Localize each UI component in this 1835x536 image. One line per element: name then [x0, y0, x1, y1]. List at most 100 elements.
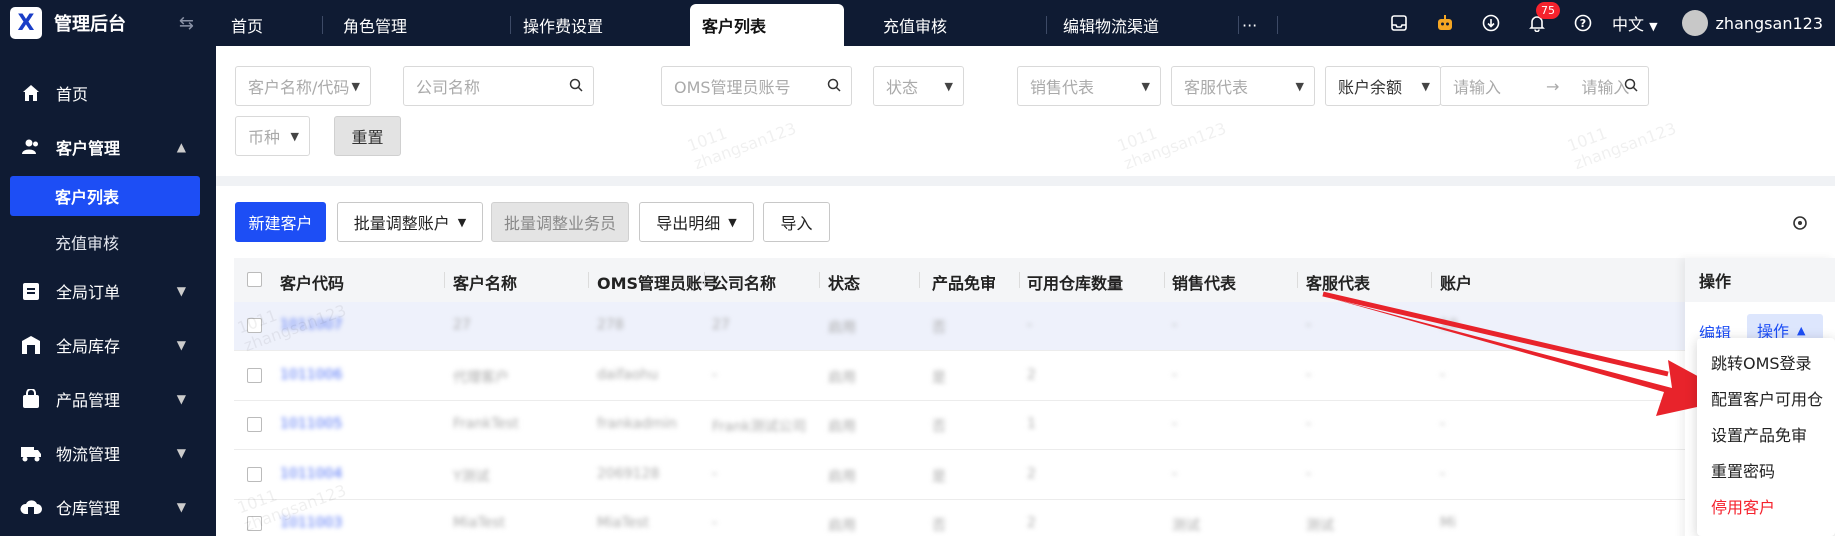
oms-account-input[interactable]: OMS管理员账号 [661, 66, 852, 106]
balance-range[interactable]: 请输入 → 请输入 [1440, 66, 1649, 106]
chevron-down-icon: ▼ [351, 79, 360, 93]
menu-item-disable-customer[interactable]: 停用客户 [1697, 488, 1835, 524]
menu-item-configure-warehouses[interactable]: 配置客户可用仓 [1697, 380, 1835, 416]
table-cell: 2069128 [597, 465, 660, 482]
chevron-down-icon: ▼ [290, 129, 299, 143]
customer-code-link[interactable]: 1011007 [280, 317, 342, 333]
customer-code-link[interactable]: 1011005 [280, 416, 342, 432]
table-cell: 2 [1027, 515, 1036, 531]
table-cell: - [1172, 366, 1178, 383]
robot-icon[interactable] [1434, 12, 1456, 34]
column-divider [1164, 272, 1165, 288]
sidebar-item-label: 客户管理 [56, 139, 121, 158]
tab-role-management[interactable]: 角色管理 [343, 4, 407, 46]
avatar[interactable] [1681, 10, 1708, 36]
collapse-sidebar-icon[interactable]: ⇆ [179, 13, 194, 34]
column-header: 状态 [828, 274, 861, 293]
warehouse-icon [20, 334, 42, 356]
column-header: 销售代表 [1172, 274, 1237, 293]
table-cell: MiaTest [453, 515, 506, 531]
tab-divider [1238, 16, 1239, 34]
menu-item-reset-password[interactable]: 重置密码 [1697, 452, 1835, 488]
tab-customer-list[interactable]: 客户列表 [690, 4, 844, 46]
column-header: 产品免审 [932, 274, 997, 293]
row-checkbox[interactable] [247, 466, 262, 482]
sidebar-item-logistics-management[interactable]: 物流管理 ▼ [0, 426, 216, 480]
select-all-checkbox[interactable] [247, 272, 262, 287]
sales-rep-select[interactable]: 销售代表 ▼ [1017, 66, 1161, 106]
table-row[interactable]: 1011004 Y测试 2069128 - 启用 是 2 - - - [234, 451, 1835, 500]
table-cell: - [1172, 416, 1178, 432]
tab-recharge-review[interactable]: 充值审核 [883, 4, 947, 46]
notification-badge: 75 [1535, 2, 1560, 19]
balance-min-input[interactable]: 请输入 [1453, 74, 1501, 98]
bell-icon[interactable]: 75 [1526, 2, 1560, 34]
customer-select[interactable]: 客户名称/代码 ▼ [235, 66, 371, 106]
currency-select[interactable]: 币种 ▼ [235, 116, 310, 156]
sidebar-item-customer-management[interactable]: 客户管理 ▲ [0, 120, 216, 174]
table-cell: 278 [597, 317, 624, 333]
table-cell: - [1440, 366, 1446, 383]
export-detail-button[interactable]: 导出明细 ▼ [639, 202, 754, 242]
batch-adjust-account-button[interactable]: 批量调整账户 ▼ [337, 202, 483, 242]
balance-select[interactable]: 账户余额 ▼ [1325, 66, 1441, 106]
company-input[interactable]: 公司名称 [403, 66, 594, 106]
sidebar-item-global-inventory[interactable]: 全局库存 ▼ [0, 318, 216, 372]
table-row[interactable]: 1011003 MiaTest MiaTest - 启用 否 2 测试 测试 Mi [234, 500, 1835, 536]
tab-logistics-channel[interactable]: 编辑物流渠道 [1063, 4, 1159, 46]
column-header: 可用仓库数量 [1027, 274, 1124, 293]
tab-operation-fee[interactable]: 操作费设置 [523, 4, 603, 46]
search-icon[interactable] [1624, 77, 1638, 96]
search-icon[interactable] [827, 77, 841, 96]
import-button[interactable]: 导入 [763, 202, 830, 242]
table-cell: 启用 [828, 419, 856, 435]
username[interactable]: zhangsan123 [1716, 14, 1823, 33]
reset-button[interactable]: 重置 [334, 116, 401, 156]
sidebar-item-home[interactable]: 首页 [0, 66, 216, 120]
table-row[interactable]: 1011006 代理客户 daifaohu - 启用 是 2 - - - [234, 352, 1835, 401]
table-cell: - [1306, 465, 1312, 482]
download-icon[interactable] [1480, 12, 1502, 34]
brand: X 管理后台 ⇆ [0, 0, 216, 46]
menu-item-jump-oms-login[interactable]: 跳转OMS登录 [1697, 344, 1835, 380]
table-row[interactable]: 1011005 FrankTest frankadmin Frank测试公司 启用 否 1 -… [234, 401, 1835, 450]
sidebar: X 管理后台 ⇆ 首页 客户管理 ▲ 客户列表 充值审核 全局订单 ▼ 全局库存… [0, 0, 216, 536]
service-rep-select[interactable]: 客服代表 ▼ [1171, 66, 1315, 106]
sales-select-placeholder: 销售代表 [1030, 78, 1095, 97]
button-label: 批量调整账户 [353, 214, 450, 233]
column-settings-icon[interactable] [1791, 214, 1809, 236]
tab-more-button[interactable]: ··· [1242, 4, 1257, 46]
help-icon[interactable]: ? [1572, 12, 1594, 34]
sidebar-item-warehouse-management[interactable]: 仓库管理 ▼ [0, 480, 216, 534]
language-selector[interactable]: 中文 ▼ [1612, 11, 1658, 35]
inbox-icon[interactable] [1388, 12, 1410, 34]
balance-max-input[interactable]: 请输入 [1581, 74, 1629, 98]
language-label: 中文 [1611, 15, 1644, 34]
table-row[interactable]: 1011007 27 278 27 启用 否 - - - 10 [234, 302, 1835, 351]
status-select[interactable]: 状态 ▼ [873, 66, 964, 106]
sidebar-item-customer-list[interactable]: 客户列表 [10, 176, 200, 216]
customer-code-link[interactable]: 1011006 [280, 367, 342, 383]
menu-item-product-exemption[interactable]: 设置产品免审 [1697, 416, 1835, 452]
table-cell: 代理客户 [453, 369, 509, 386]
sidebar-item-recharge-review[interactable]: 充值审核 [10, 220, 200, 264]
operation-dropdown-menu: 跳转OMS登录 配置客户可用仓 设置产品免审 重置密码 停用客户 [1697, 338, 1835, 536]
new-customer-button[interactable]: 新建客户 [235, 202, 326, 242]
company-input-placeholder: 公司名称 [416, 78, 481, 97]
row-checkbox[interactable] [247, 516, 262, 531]
table-header: 客户代码 客户名称 OMS管理员账号 公司名称 状态 产品免审 可用仓库数量 销… [234, 258, 1835, 302]
customer-code-link[interactable]: 1011003 [280, 515, 342, 531]
tab-divider [1046, 16, 1047, 34]
row-checkbox[interactable] [247, 367, 262, 383]
table-cell: - [1440, 465, 1446, 482]
customer-code-link[interactable]: 1011004 [280, 466, 342, 482]
search-icon[interactable] [569, 77, 583, 96]
sidebar-item-label: 产品管理 [56, 391, 121, 410]
sidebar-item-global-orders[interactable]: 全局订单 ▼ [0, 264, 216, 318]
table-cell: frankadmin [597, 416, 677, 432]
row-checkbox[interactable] [247, 417, 262, 432]
sidebar-item-product-management[interactable]: 产品管理 ▼ [0, 372, 216, 426]
caret-down-icon: ▼ [1649, 20, 1658, 33]
tab-home[interactable]: 首页 [231, 4, 263, 46]
row-checkbox[interactable] [247, 318, 262, 333]
